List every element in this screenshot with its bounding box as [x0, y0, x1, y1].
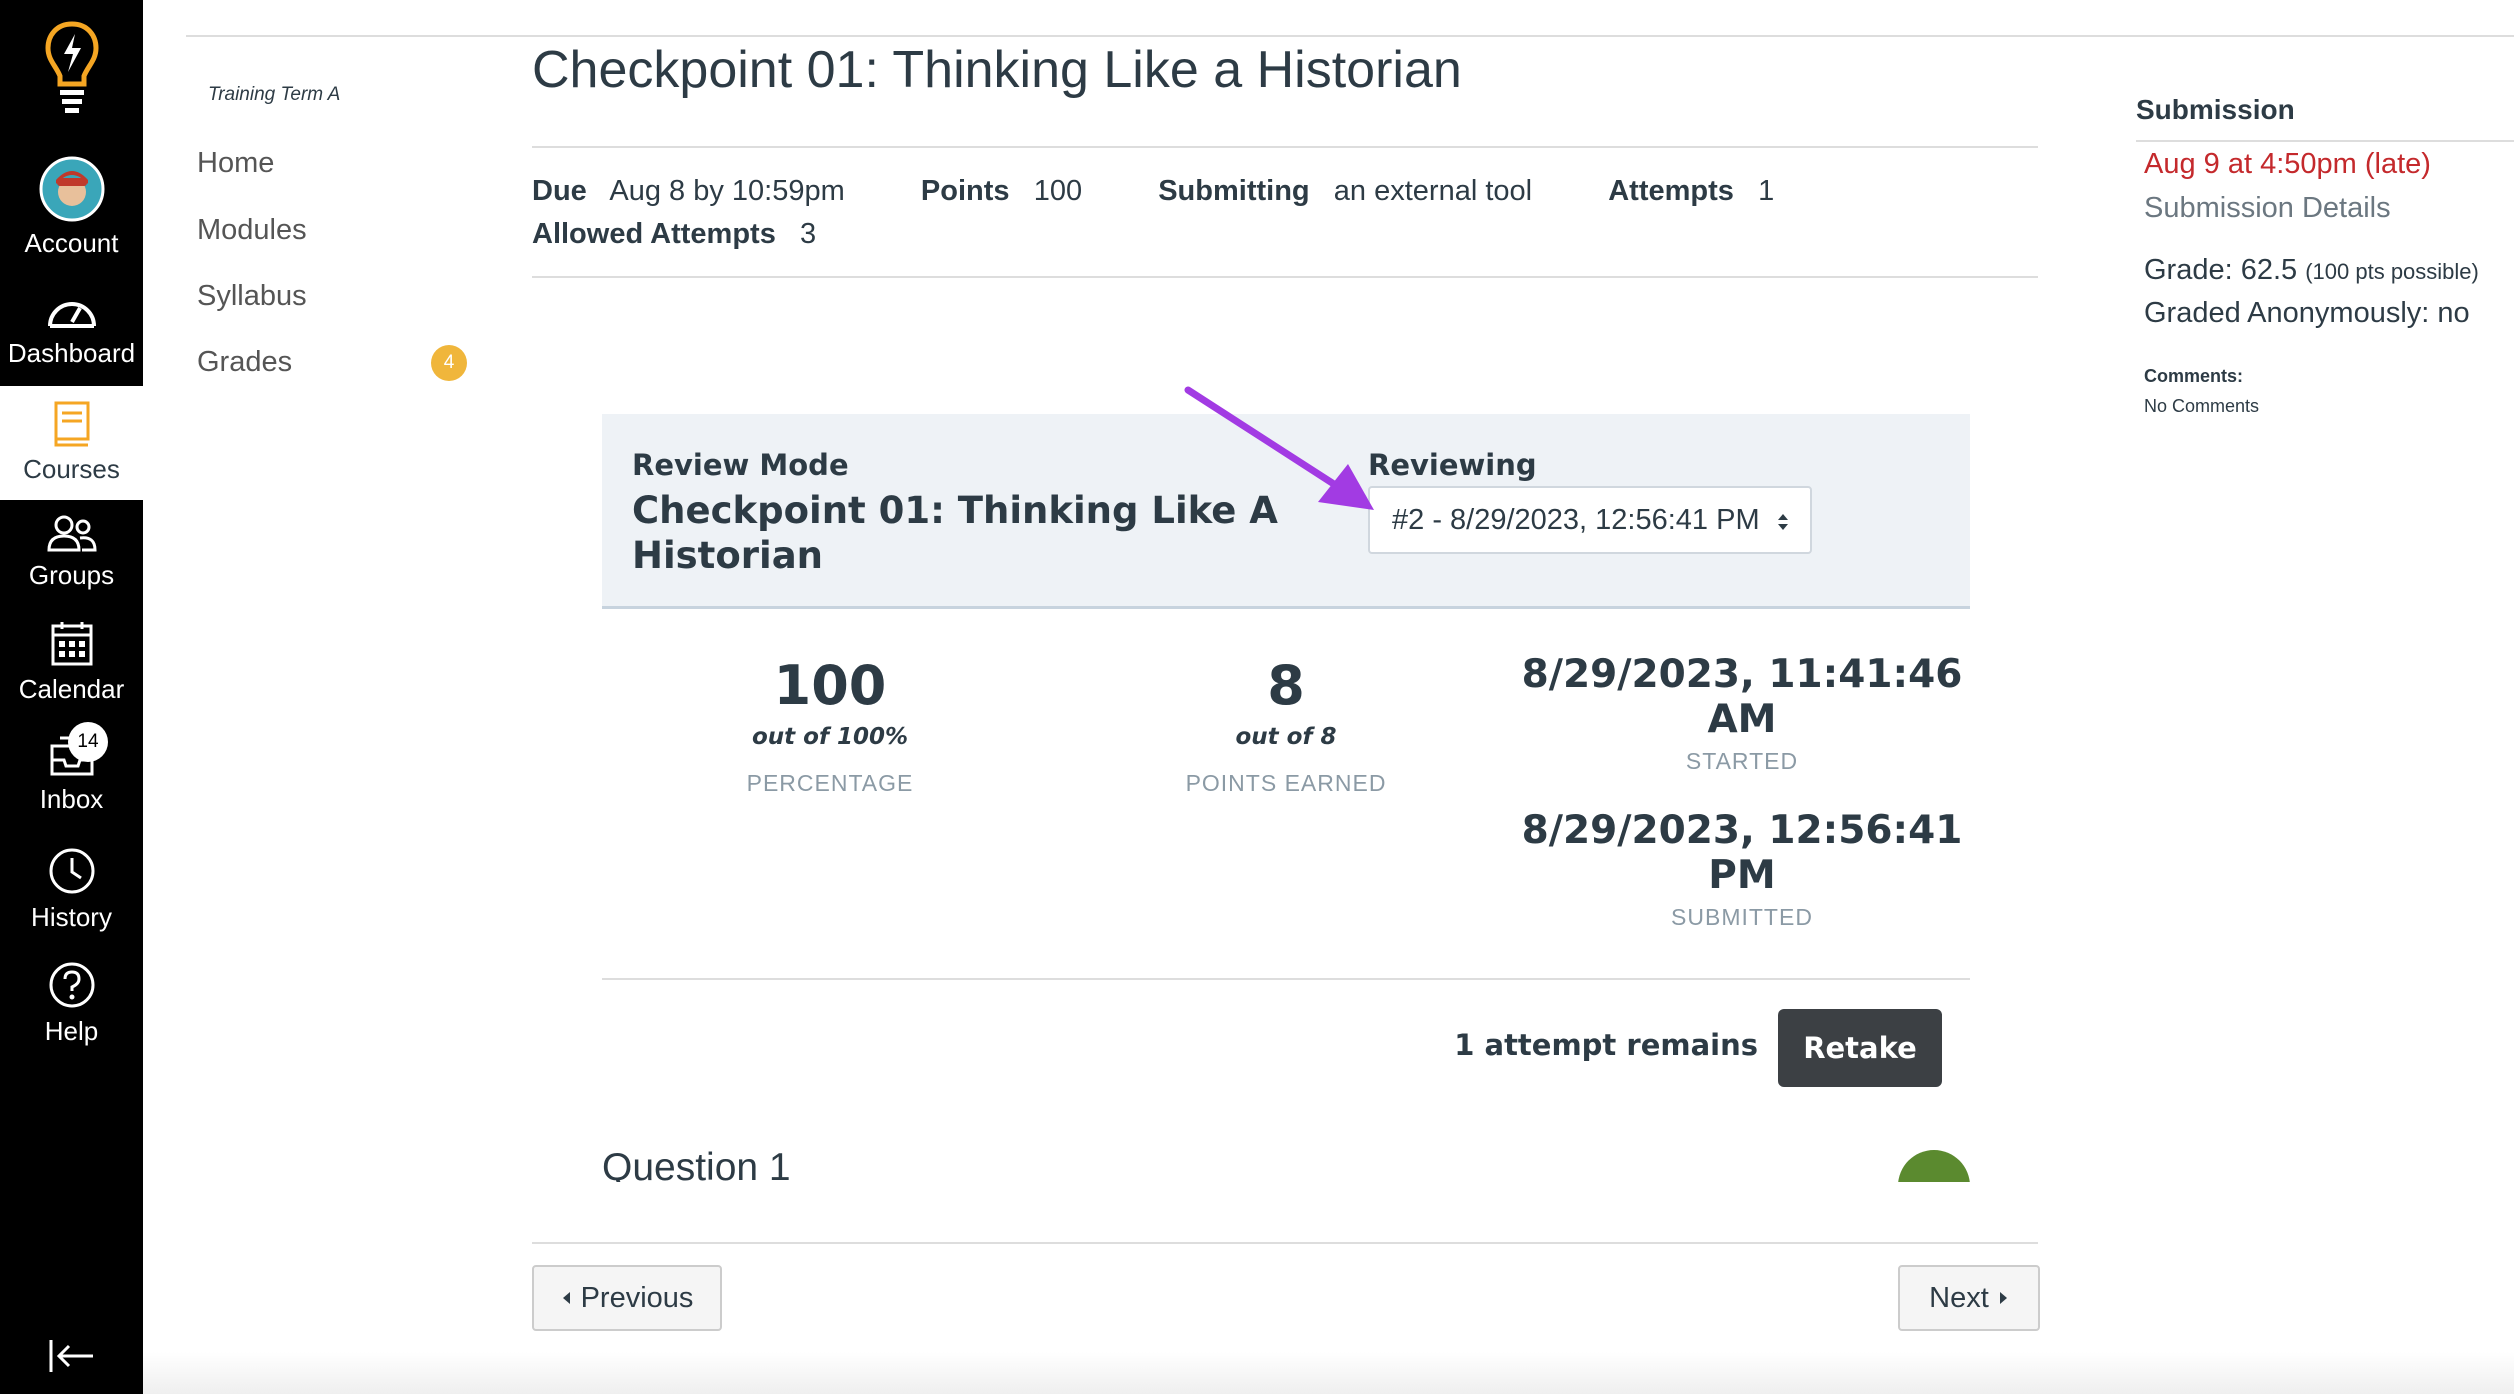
grade-possible: (100 pts possible) — [2305, 259, 2479, 284]
nav-groups-label: Groups — [28, 560, 115, 590]
collapse-nav-button[interactable] — [0, 1338, 143, 1378]
global-nav: Account Dashboard Courses Groups Calenda… — [0, 0, 143, 1394]
groups-people-icon — [46, 515, 97, 552]
submitted-at: Aug 9 at 4:50pm (late) — [2144, 148, 2431, 180]
question-clip-region: Question 1 — [602, 1110, 1970, 1182]
next-label: Next — [1929, 1281, 1989, 1314]
assignment-title: Checkpoint 01: Thinking Like a Historian — [532, 41, 1462, 99]
details-divider — [532, 276, 2038, 278]
submitted-caption: SUBMITTED — [1671, 904, 1813, 930]
assignment-details: Due Aug 8 by 10:59pm Points 100 Submitti… — [532, 175, 1774, 208]
nav-inbox-label: Inbox — [39, 784, 104, 814]
pager-divider — [532, 1242, 2038, 1244]
caret-left-icon — [562, 1292, 570, 1304]
question-points-bubble — [1898, 1150, 1970, 1182]
nav-dashboard-label: Dashboard — [7, 338, 136, 368]
attempt-select[interactable]: #2 - 8/29/2023, 12:56:41 PM — [1368, 486, 1812, 554]
course-term: Training Term A — [208, 84, 341, 105]
history-clock-icon — [49, 848, 94, 894]
review-mode-label: Review Mode — [632, 448, 849, 482]
percentage-value: 100 — [773, 654, 887, 717]
dashboard-gauge-icon — [47, 302, 96, 328]
started-time-line2: AM — [1707, 697, 1777, 742]
started-time: 8/29/2023, 11:41:46 AM — [1490, 652, 1994, 742]
nav-courses[interactable]: Courses — [0, 386, 143, 500]
started-time-line1: 8/29/2023, 11:41:46 — [1521, 652, 1963, 697]
top-divider — [186, 35, 2514, 37]
nav-calendar-label: Calendar — [18, 674, 125, 704]
nav-history[interactable]: History — [0, 846, 143, 936]
nav-help-label: Help — [44, 1016, 99, 1046]
points-earned-value: 8 — [1267, 654, 1305, 717]
submission-heading: Submission — [2136, 94, 2295, 125]
nav-account[interactable]: Account — [0, 156, 143, 266]
next-button[interactable]: Next — [1898, 1265, 2040, 1331]
submitting-value: an external tool — [1333, 175, 1533, 207]
bottom-shade — [143, 1352, 2514, 1394]
graded-anonymously: Graded Anonymously: no — [2144, 297, 2470, 329]
submission-heading-divider — [2136, 140, 2514, 142]
nav-calendar[interactable]: Calendar — [0, 620, 143, 710]
points-earned-sub: out of 8 — [1235, 724, 1337, 750]
question-label: Question 1 — [602, 1146, 791, 1182]
stats-divider — [602, 978, 1970, 980]
due-label: Due — [532, 175, 587, 207]
retake-button[interactable]: Retake — [1778, 1009, 1942, 1087]
submitted-time-line2: PM — [1708, 853, 1776, 898]
nav-groups[interactable]: Groups — [0, 514, 143, 600]
attempts-label: Attempts — [1608, 175, 1734, 207]
collapse-arrow-icon — [49, 1340, 93, 1372]
help-question-icon — [49, 962, 94, 1008]
percentage-caption: PERCENTAGE — [746, 770, 914, 796]
grade: Grade: 62.5 (100 pts possible) — [2144, 254, 2479, 287]
course-nav-grades[interactable]: Grades — [197, 346, 292, 379]
select-updown-icon — [1778, 514, 1788, 530]
nav-dashboard[interactable]: Dashboard — [0, 292, 143, 378]
points-value: 100 — [1033, 175, 1083, 207]
started-caption: STARTED — [1685, 748, 1799, 774]
percentage-sub: out of 100% — [751, 724, 909, 750]
previous-label: Previous — [580, 1281, 694, 1314]
comments-label: Comments: — [2144, 366, 2244, 386]
course-nav-home[interactable]: Home — [197, 147, 274, 180]
courses-book-icon — [54, 401, 89, 447]
previous-button[interactable]: Previous — [532, 1265, 722, 1331]
review-quiz-title-line2: Historian — [632, 534, 824, 577]
allowed-attempts-value: 3 — [800, 218, 817, 250]
submitted-time-line1: 8/29/2023, 12:56:41 — [1521, 808, 1963, 853]
submission-details-link[interactable]: Submission Details — [2144, 192, 2391, 225]
title-divider — [532, 146, 2038, 148]
due-value: Aug 8 by 10:59pm — [609, 175, 845, 207]
points-earned-caption: POINTS EARNED — [1185, 770, 1387, 796]
course-nav-modules[interactable]: Modules — [197, 214, 307, 247]
nav-courses-label: Courses — [23, 454, 120, 484]
grades-badge: 4 — [431, 345, 467, 381]
logo[interactable] — [0, 20, 143, 120]
allowed-attempts-label: Allowed Attempts — [532, 218, 776, 250]
nav-account-label: Account — [24, 228, 119, 258]
attempt-select-value: #2 - 8/29/2023, 12:56:41 PM — [1392, 503, 1760, 536]
points-label: Points — [920, 175, 1010, 207]
nav-help[interactable]: Help — [0, 960, 143, 1050]
submitted-time: 8/29/2023, 12:56:41 PM — [1490, 808, 1994, 898]
allowed-attempts: Allowed Attempts 3 — [532, 218, 816, 251]
caret-right-icon — [1999, 1292, 2007, 1304]
annotation-arrow-icon — [1184, 386, 1374, 510]
avatar — [39, 156, 104, 222]
nav-inbox[interactable]: Inbox 14 — [0, 722, 143, 822]
attempts-remaining: 1 attempt remains — [1454, 1028, 1758, 1062]
grade-label: Grade: 62.5 — [2144, 254, 2298, 286]
course-nav-syllabus[interactable]: Syllabus — [197, 280, 307, 313]
calendar-icon — [51, 622, 92, 666]
reviewing-label: Reviewing — [1368, 448, 1537, 482]
inbox-unread-badge: 14 — [68, 722, 108, 762]
attempts-value: 1 — [1758, 175, 1775, 207]
nav-history-label: History — [31, 902, 112, 932]
submitting-label: Submitting — [1158, 175, 1310, 207]
comments-value: No Comments — [2144, 396, 2260, 416]
lightbulb-logo-icon — [44, 21, 99, 113]
